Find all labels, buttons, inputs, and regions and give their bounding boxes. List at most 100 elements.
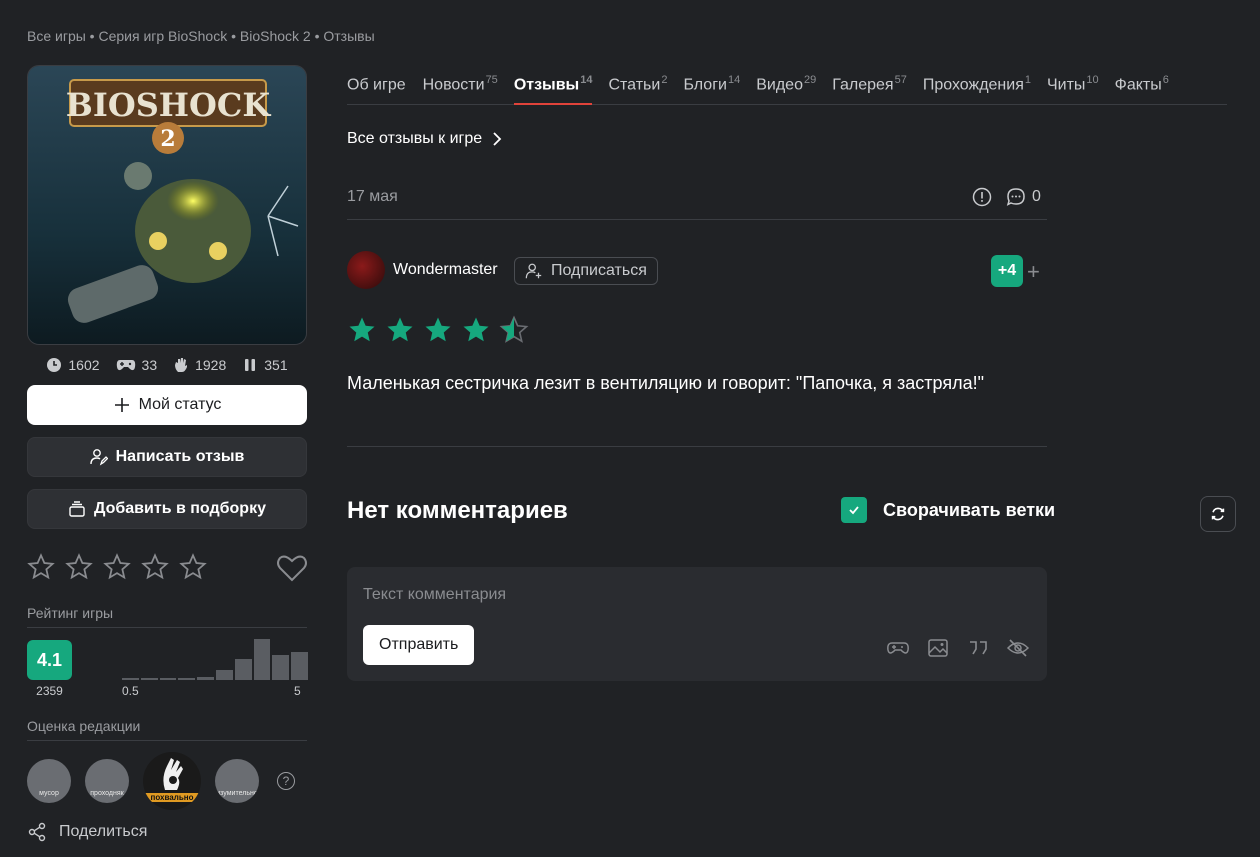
editor-rating: мусор проходняк похвально изумительно ? <box>27 752 295 810</box>
tab-count: 14 <box>580 74 593 86</box>
upvote-plus-button[interactable]: + <box>1027 259 1040 285</box>
tab-count: 75 <box>485 74 498 86</box>
comments-count: 0 <box>1032 188 1041 205</box>
editor-badge-amazing[interactable]: изумительно <box>215 759 259 803</box>
tab-count: 1 <box>1024 74 1031 86</box>
stat-paused[interactable]: 351 <box>242 355 288 375</box>
refresh-button[interactable] <box>1200 496 1236 532</box>
tab-walkthroughs[interactable]: Прохождения1 <box>923 74 1031 104</box>
tab-label: Блоги <box>683 76 727 94</box>
stat-playing[interactable]: 1602 <box>46 355 100 375</box>
author-avatar[interactable] <box>347 251 385 289</box>
histogram-bar <box>272 655 290 680</box>
tab-cheats[interactable]: Читы10 <box>1047 74 1099 104</box>
comments-count-button[interactable]: 0 <box>1006 187 1041 207</box>
quote-icon[interactable] <box>966 636 990 660</box>
favorite-heart-icon[interactable] <box>276 553 308 583</box>
review-meta-actions: 0 <box>972 187 1041 207</box>
tab-label: Галерея <box>832 76 894 94</box>
review-rating-stars <box>347 315 529 345</box>
check-icon <box>849 506 859 515</box>
tab-label: Отзывы <box>513 76 580 94</box>
star-outline-icon[interactable] <box>141 553 169 581</box>
histogram-bar <box>291 652 308 680</box>
tab-gallery[interactable]: Галерея57 <box>832 74 907 104</box>
tab-about[interactable]: Об игре <box>347 74 407 104</box>
game-tabs: Об игре Новости75 Отзывы14 Статьи2 Блоги… <box>347 74 1227 105</box>
game-rating-label: Рейтинг игры <box>27 605 307 628</box>
star-outline-icon[interactable] <box>103 553 131 581</box>
collapse-threads-toggle[interactable]: Сворачивать ветки <box>841 497 1055 523</box>
comment-icon <box>1006 188 1025 206</box>
rating-histogram <box>122 630 308 680</box>
divider <box>347 219 1047 220</box>
tab-reviews[interactable]: Отзывы14 <box>513 74 593 105</box>
star-filled-icon <box>387 317 413 342</box>
collection-icon <box>69 501 85 517</box>
write-review-button[interactable]: Написать отзыв <box>27 437 307 477</box>
tab-video[interactable]: Видео29 <box>756 74 816 104</box>
cover-art: BIOSHOCK 2 <box>28 66 306 344</box>
tab-news[interactable]: Новости75 <box>423 74 498 104</box>
add-to-collection-button[interactable]: Добавить в подборку <box>27 489 307 529</box>
svg-text:BIOSHOCK: BIOSHOCK <box>66 86 272 124</box>
all-reviews-label: Все отзывы к игре <box>347 130 483 147</box>
stat-planned-count: 33 <box>141 357 158 373</box>
user-rating-stars[interactable] <box>27 553 207 581</box>
svg-text:2: 2 <box>160 126 175 152</box>
author-name[interactable]: Wondermaster <box>393 261 498 279</box>
send-button[interactable]: Отправить <box>363 625 475 665</box>
editor-badge-passable[interactable]: проходняк <box>85 759 129 803</box>
star-half-icon <box>499 315 529 343</box>
rating-count: 2359 <box>36 684 63 698</box>
stat-playing-count: 1602 <box>68 357 100 373</box>
histogram-bar <box>253 639 271 680</box>
editor-badge-trash[interactable]: мусор <box>27 759 71 803</box>
stat-paused-count: 351 <box>264 357 288 373</box>
histogram-bar <box>159 678 177 680</box>
my-status-button[interactable]: Мой статус <box>27 385 307 425</box>
editor-badge-passable-label: проходняк <box>90 790 124 797</box>
star-filled-icon <box>463 317 489 342</box>
star-outline-icon[interactable] <box>65 553 93 581</box>
collapse-checkbox[interactable] <box>841 497 867 523</box>
hand-icon <box>175 358 188 372</box>
report-icon[interactable] <box>972 187 992 207</box>
game-cover-image[interactable]: BIOSHOCK 2 <box>27 65 307 345</box>
write-review-label: Написать отзыв <box>115 448 245 465</box>
histogram-min-label: 0.5 <box>122 684 139 698</box>
share-icon <box>28 822 46 842</box>
histogram-max-label: 5 <box>294 684 301 698</box>
karma-badge: +4 <box>991 255 1023 287</box>
star-filled-icon <box>349 317 375 342</box>
editor-badge-praiseworthy-label: похвально <box>143 793 201 802</box>
tab-blogs[interactable]: Блоги14 <box>683 74 740 104</box>
tab-count: 57 <box>894 74 907 86</box>
stat-completed[interactable]: 1928 <box>173 355 226 375</box>
comment-input[interactable]: Текст комментария <box>363 586 506 604</box>
image-icon[interactable] <box>926 636 950 660</box>
breadcrumb[interactable]: Все игры • Серия игр BioShock • BioShock… <box>27 28 375 44</box>
spoiler-eye-off-icon[interactable] <box>1006 636 1030 660</box>
gamepad-icon[interactable] <box>886 636 910 660</box>
all-reviews-link[interactable]: Все отзывы к игре <box>347 130 502 148</box>
subscribe-button[interactable]: Подписаться <box>514 257 658 285</box>
editor-badge-amazing-label: изумительно <box>216 790 258 797</box>
histogram-bar <box>197 677 214 680</box>
tab-facts[interactable]: Факты6 <box>1115 74 1169 104</box>
star-outline-icon[interactable] <box>27 553 55 581</box>
pause-icon <box>245 359 256 371</box>
tab-count: 10 <box>1086 74 1099 86</box>
tab-articles[interactable]: Статьи2 <box>608 74 667 104</box>
editor-badge-praiseworthy[interactable]: похвально <box>143 752 201 810</box>
help-icon[interactable]: ? <box>277 772 295 790</box>
review-text: Маленькая сестричка лезит в вентиляцию и… <box>347 373 985 393</box>
collapse-label: Сворачивать ветки <box>883 499 1056 520</box>
share-button[interactable]: Поделиться <box>27 822 147 842</box>
stat-planned[interactable]: 33 <box>116 355 158 375</box>
share-label: Поделиться <box>59 823 148 840</box>
user-edit-icon <box>89 449 108 466</box>
star-outline-icon[interactable] <box>179 553 207 581</box>
refresh-icon <box>1211 507 1225 521</box>
add-to-collection-label: Добавить в подборку <box>94 500 266 517</box>
